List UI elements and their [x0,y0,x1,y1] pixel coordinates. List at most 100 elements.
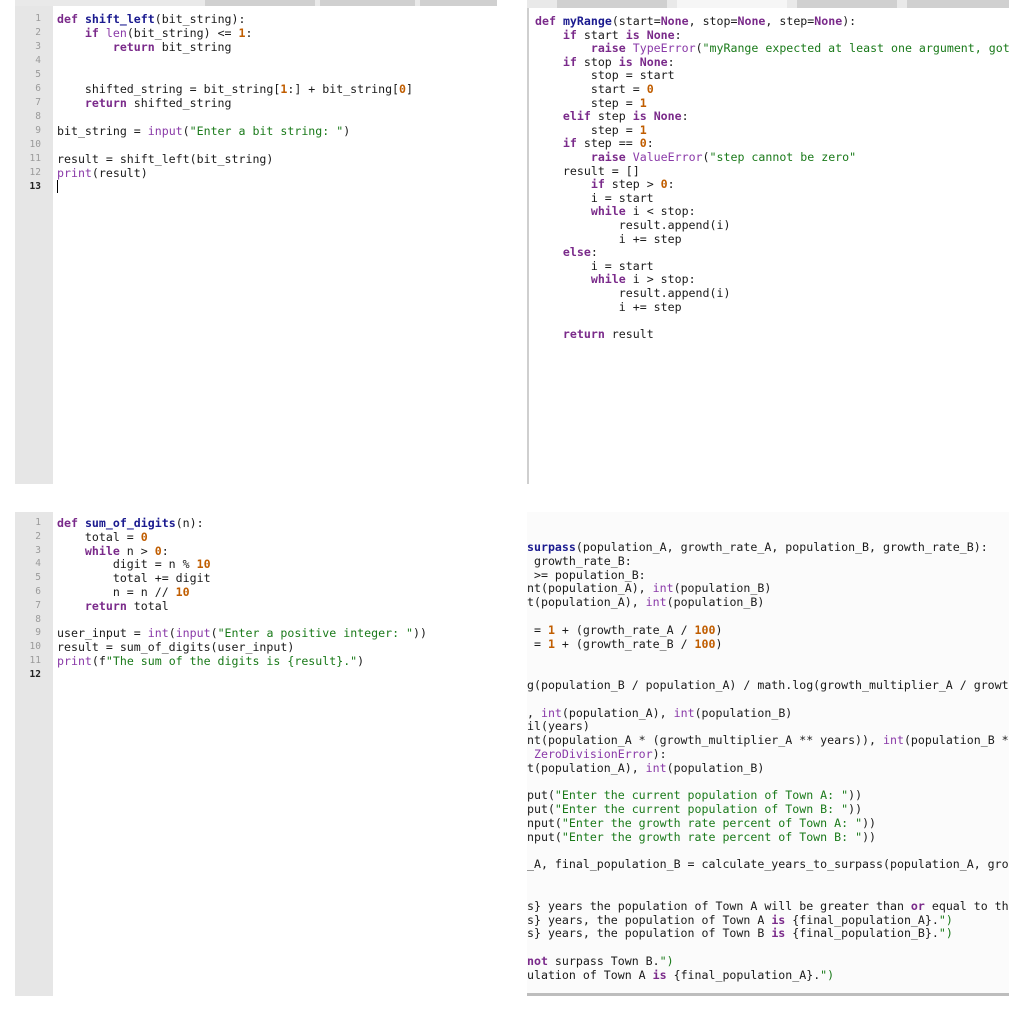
code-text: total += digit [57,571,211,586]
line-number: 5 [35,572,41,584]
code-text: return shifted_string [84,96,232,110]
code-text: def myRange(start=None, stop=None, step=… [535,14,857,28]
line-number: 6 [35,83,41,94]
code-text: put("Enter the current population of Tow… [527,802,863,817]
line-number: 12 [29,668,41,680]
line-number: 10 [29,641,41,653]
line-number: 1 [35,13,41,24]
code-text: , int(population_A), int(population_B) [527,705,793,720]
line-number: 1 [35,517,41,528]
code-text: result = sum_of_digits(user_input) [57,640,295,655]
line-number: 9 [35,627,41,639]
code-text: else: [562,245,598,260]
line-number: 6 [35,586,41,597]
tab-bar [527,0,1009,8]
editor-panel-shift-left: 1 def shift_left(bit_string): 2 if len(bit… [15,0,497,484]
tab-active[interactable] [677,0,787,8]
horizontal-scrollbar[interactable] [527,993,1009,996]
code-text: n = n // 10 [57,585,190,599]
code-text: if step > 0: [590,177,675,192]
code-text: result.append(i) [535,286,731,300]
code-text: s} years the population of Town A will b… [527,898,1009,913]
code-text: ZeroDivisionError): [533,747,667,761]
editor-panel-my-range: def myRange(start=None, stop=None, step=… [527,0,1009,484]
tab-1[interactable] [205,0,315,6]
code-text: digit = n % 10 [57,557,211,572]
line-number: 9 [35,125,41,136]
code-text: stop = start [535,68,675,83]
code-text: if len(bit_string) <= 1: [84,26,253,40]
line-number: 13 [29,181,41,192]
code-text: i = start [535,258,654,273]
panel-edge [527,0,529,484]
code-text: raise TypeError("myRange expected at lea… [590,41,1009,56]
code-text: def sum_of_digits(n): [57,516,204,530]
code-text: return bit_string [112,40,232,54]
code-text: put("Enter the current population of Tow… [527,788,863,803]
code-text: user_input = int(input("Enter a positive… [57,626,427,641]
editor-panel-sum-of-digits: 1 def sum_of_digits(n): 2 total = 0 3 while… [15,512,497,996]
code-text: growth_rate_B: [527,553,632,568]
line-number: 4 [35,55,41,66]
code-text: bit_string = input("Enter a bit string: … [57,124,351,138]
code-text: while i > stop: [590,272,696,287]
code-text: = 1 + (growth_rate_A / 100) [527,622,723,637]
tab-question-8[interactable] [797,0,897,8]
line-number: 5 [35,69,41,80]
tab-bar [15,0,497,6]
code-text: while n > 0: [84,543,169,558]
line-number: 10 [29,139,41,150]
code-text: step = 1 [535,95,647,110]
code-text: start = 0 [535,82,654,96]
code-text: ulation of Town A is {final_population_A… [527,967,835,982]
line-number: 4 [35,558,41,570]
code-text: print(result) [57,166,148,180]
code-text: nt(population_A * (growth_multiplier_A *… [527,733,1009,748]
code-text: not surpass Town B.") [527,954,674,968]
code-text: >= population_B: [527,567,646,582]
code-text: result.append(i) [535,218,731,232]
code-text: if start is None: [562,27,682,42]
line-number: 2 [35,530,41,542]
code-text: s} years, the population of Town B is {f… [527,926,953,941]
code-text: i += step [535,231,682,246]
code-text: return result [562,326,654,341]
line-number: 11 [29,153,41,164]
line-number: 7 [35,599,41,611]
editor-panel-surpass: surpass(population_A, growth_rate_A, pop… [527,512,1009,996]
code-text: t(population_A), int(population_B) [527,760,765,775]
code-text: il(years) [527,719,590,734]
code-text: = 1 + (growth_rate_B / 100) [527,636,723,651]
line-number: 8 [35,613,41,625]
code-text: raise ValueError("step cannot be zero" [590,150,857,164]
code-text: print(f"The sum of the digits is {result… [57,654,365,668]
line-number: 3 [35,41,41,52]
code-text: nt(population_A), int(population_B) [527,581,772,596]
code-text: while i < stop: [590,204,696,219]
tab-2[interactable] [320,0,415,6]
line-number: 8 [35,111,41,122]
code-text: elif step is None: [562,109,689,124]
code-text: shifted_string = bit_string[1:] + bit_st… [57,82,414,96]
code-text: result = shift_left(bit_string) [57,152,274,166]
line-number: 12 [29,167,41,178]
code-text: i += step [535,299,682,314]
line-number: 11 [29,655,41,666]
code-text: return total [84,598,169,613]
tab-3[interactable] [420,0,497,6]
text-cursor [57,180,58,193]
code-text: if step == 0: [562,136,654,151]
code-text: total = 0 [57,529,148,544]
code-text: _A, final_population_B = calculate_years… [527,857,1009,872]
code-text: step = 1 [535,122,647,137]
code-text: g(population_B / population_A) / math.lo… [527,678,1009,692]
code-text: nput("Enter the growth rate percent of T… [527,816,877,830]
code-text: def shift_left(bit_string): [57,12,246,26]
code-text: nput("Enter the growth rate percent of T… [527,829,877,844]
line-number: 7 [35,97,41,108]
line-number: 3 [35,544,41,556]
tab-question-9[interactable] [907,0,1009,8]
code-text: t(population_A), int(population_B) [527,595,765,610]
tab-question-7[interactable] [557,0,667,8]
code-text: s} years, the population of Town A is {f… [527,912,953,927]
